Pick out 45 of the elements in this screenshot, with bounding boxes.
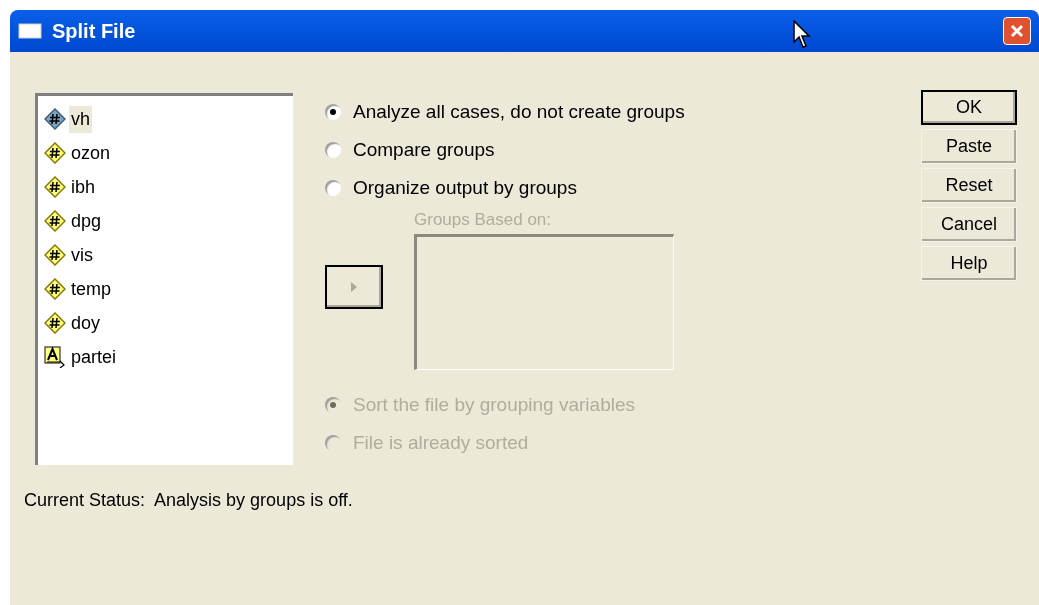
- numeric-variable-icon: [44, 210, 66, 232]
- dialog-button[interactable]: Paste: [921, 129, 1017, 164]
- window-icon: [18, 22, 42, 40]
- radio-button[interactable]: [325, 104, 341, 120]
- numeric-variable-icon: [44, 244, 66, 266]
- dialog-button[interactable]: Reset: [921, 168, 1017, 203]
- dialog-button[interactable]: Cancel: [921, 207, 1017, 242]
- radio-label: File is already sorted: [353, 430, 529, 455]
- groups-based-on-label: Groups Based on:: [414, 209, 553, 229]
- variable-item[interactable]: temp: [44, 272, 114, 306]
- variable-name: ozon: [70, 141, 112, 165]
- variable-item[interactable]: dpg: [44, 204, 104, 238]
- variable-name: vis: [70, 243, 94, 267]
- radio-button[interactable]: [325, 142, 341, 158]
- variable-name: vh: [69, 105, 92, 133]
- variable-item[interactable]: doy: [44, 306, 103, 340]
- variable-name: doy: [70, 311, 102, 335]
- variable-item[interactable]: ozon: [44, 136, 113, 170]
- right-arrow-icon: [350, 281, 358, 293]
- variable-item[interactable]: ibh: [44, 170, 98, 204]
- numeric-variable-icon: [44, 142, 66, 164]
- radio-label: Organize output by groups: [353, 175, 577, 200]
- radio-button[interactable]: [325, 180, 341, 196]
- close-icon: [1009, 23, 1025, 39]
- status-text: Current Status: Analysis by groups is off.: [24, 489, 354, 512]
- numeric-variable-icon: [44, 108, 66, 130]
- numeric-variable-icon: [44, 278, 66, 300]
- string-variable-icon: [44, 346, 66, 368]
- variable-item[interactable]: partei: [44, 340, 119, 374]
- radio-label: Compare groups: [353, 137, 495, 162]
- variable-name: ibh: [70, 175, 97, 199]
- variable-item[interactable]: vh: [44, 102, 92, 136]
- variable-name: temp: [70, 277, 113, 301]
- close-button[interactable]: [1003, 17, 1031, 45]
- variable-name: partei: [70, 345, 118, 369]
- dialog-button[interactable]: OK: [921, 90, 1017, 125]
- radio-label: Sort the file by grouping variables: [353, 392, 635, 417]
- variable-item[interactable]: vis: [44, 238, 95, 272]
- window-title: Split File: [52, 19, 136, 44]
- dialog-button[interactable]: Help: [921, 246, 1017, 281]
- variable-name: dpg: [70, 209, 103, 233]
- mouse-cursor-icon: [793, 20, 813, 50]
- numeric-variable-icon: [44, 176, 66, 198]
- numeric-variable-icon: [44, 312, 66, 334]
- radio-label: Analyze all cases, do not create groups: [353, 99, 685, 124]
